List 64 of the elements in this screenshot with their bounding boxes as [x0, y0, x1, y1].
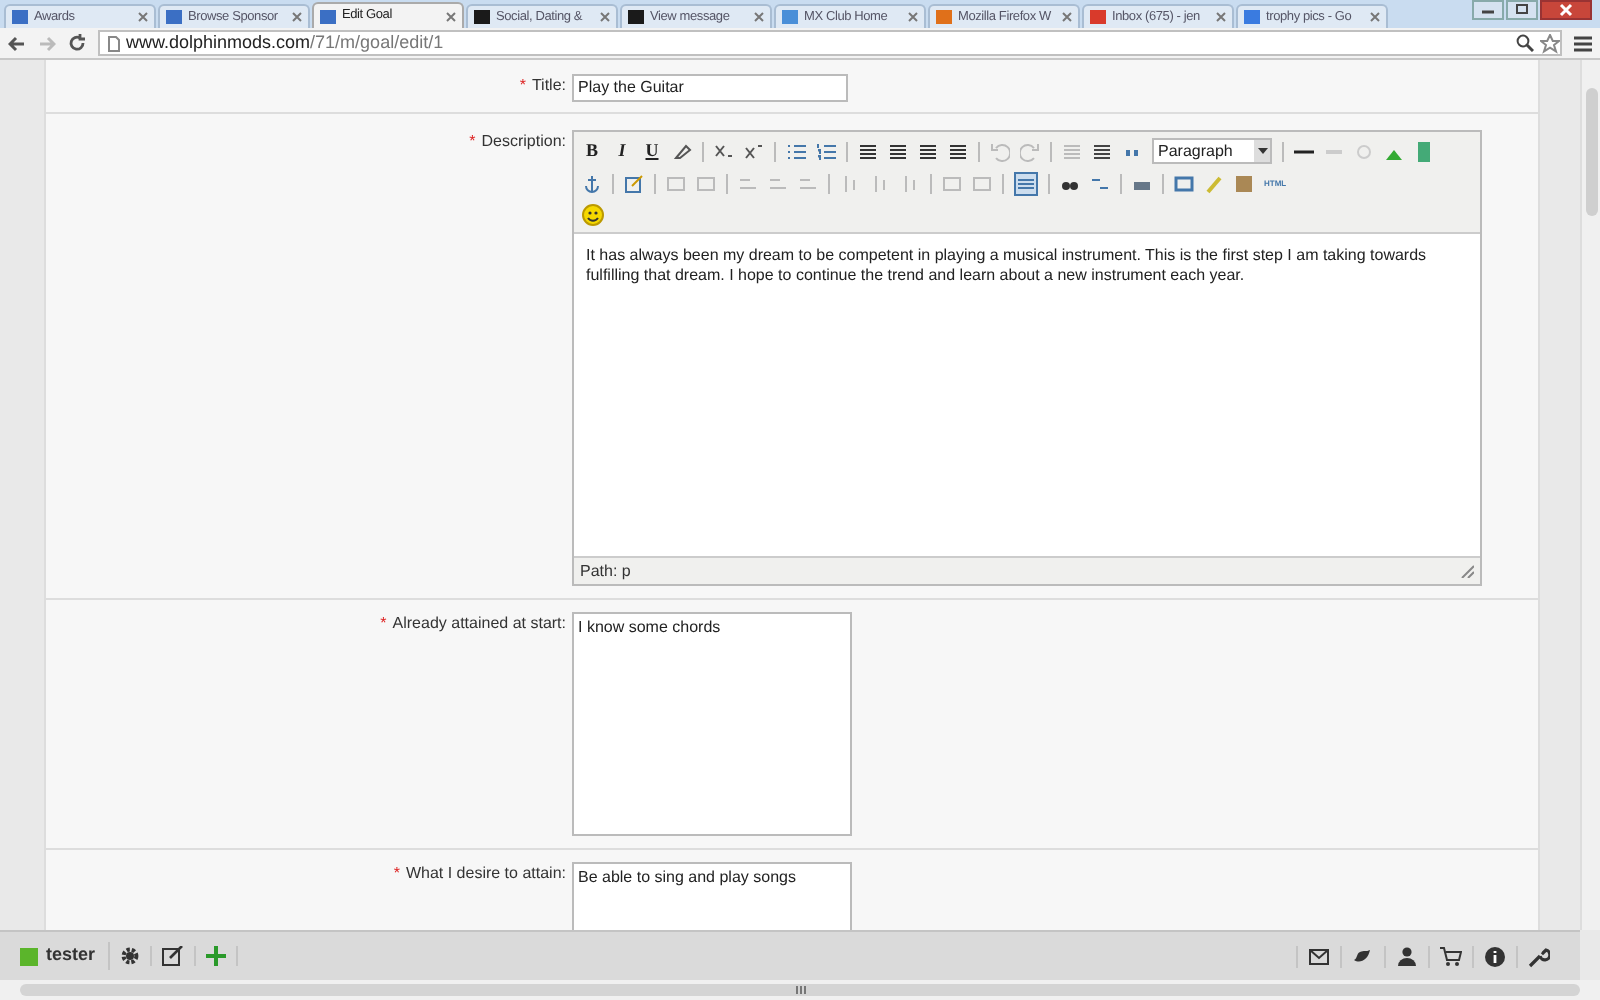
edit-icon[interactable] — [624, 173, 644, 193]
close-icon[interactable] — [600, 12, 610, 22]
format-button[interactable]: U — [642, 137, 662, 165]
align-right-icon[interactable] — [918, 141, 938, 161]
editor-text: It has always been my dream to be competent in playing a musical instrument. This is the first step I am taking towards fulfilling that dream. I hope to continue the trend and learn about a new instrument each year. — [584, 244, 1429, 288]
text-area[interactable]: I know some chords — [572, 612, 852, 836]
close-icon[interactable] — [754, 12, 764, 22]
edit-icon[interactable] — [161, 946, 184, 966]
caret-icon — [1257, 148, 1267, 154]
required-mark: * — [380, 612, 387, 636]
required-mark: * — [469, 130, 476, 154]
required-mark: * — [519, 74, 526, 98]
align-center-icon[interactable] — [888, 141, 908, 161]
close-icon[interactable] — [1216, 12, 1226, 22]
horizontal-scrollbar[interactable] — [0, 980, 1600, 1000]
close-icon[interactable] — [138, 12, 148, 22]
justify-icon[interactable] — [948, 141, 968, 161]
gear-icon[interactable] — [119, 946, 140, 966]
title-input[interactable]: Play the Guitar — [572, 74, 848, 102]
field-label: What I desire to attain: — [405, 862, 566, 886]
cart-icon[interactable] — [1440, 945, 1462, 967]
close-icon[interactable] — [908, 12, 918, 22]
close-icon[interactable] — [446, 11, 456, 21]
minimize-icon[interactable] — [1472, 0, 1504, 20]
vertical-scrollbar[interactable] — [1580, 60, 1600, 930]
smiley-icon[interactable] — [582, 204, 604, 226]
user-link[interactable]: tester — [46, 942, 96, 970]
subscript-icon[interactable] — [714, 141, 734, 161]
indent-icon[interactable] — [1092, 141, 1112, 161]
format-dropdown[interactable]: Paragraph — [1152, 138, 1272, 164]
close-icon[interactable] — [1370, 12, 1380, 22]
field-label: Title: — [531, 74, 566, 98]
plus-icon[interactable] — [205, 946, 226, 966]
status-square-icon — [20, 947, 38, 965]
field-label: Already attained at start: — [392, 612, 566, 636]
field-label: Description: — [481, 130, 566, 154]
grip-icon — [795, 986, 805, 994]
close-icon[interactable] — [1540, 0, 1592, 20]
superscript-icon[interactable] — [744, 141, 764, 161]
resize-handle-icon[interactable] — [1460, 564, 1474, 578]
back-icon[interactable] — [8, 35, 26, 51]
format-button[interactable]: I — [612, 137, 632, 165]
bullet-list-icon[interactable] — [786, 141, 806, 161]
numbered-list-icon[interactable] — [816, 141, 836, 161]
anchor-icon[interactable] — [582, 173, 602, 193]
zoom-icon[interactable] — [1516, 34, 1534, 52]
menu-icon[interactable] — [1574, 35, 1592, 51]
close-icon[interactable] — [1062, 12, 1072, 22]
text-area[interactable]: Be able to sing and play songs — [572, 862, 852, 930]
element-path: Path: p — [580, 559, 631, 583]
maximize-icon[interactable] — [1506, 0, 1538, 20]
url-text: www.dolphinmods.com/71/m/goal/edit/1 — [126, 29, 444, 56]
person-icon[interactable] — [1396, 945, 1418, 967]
address-field[interactable]: www.dolphinmods.com/71/m/goal/edit/1 — [98, 30, 1562, 56]
close-icon[interactable] — [292, 12, 302, 22]
table-icon[interactable] — [1014, 171, 1038, 195]
reload-icon[interactable] — [68, 34, 86, 52]
required-mark: * — [393, 862, 400, 886]
star-icon[interactable] — [1540, 33, 1560, 53]
info-icon[interactable] — [1484, 945, 1506, 967]
page-icon — [108, 35, 120, 51]
align-left-icon[interactable] — [858, 141, 878, 161]
mail-icon[interactable] — [1308, 945, 1330, 967]
format-button[interactable]: B — [582, 137, 602, 165]
